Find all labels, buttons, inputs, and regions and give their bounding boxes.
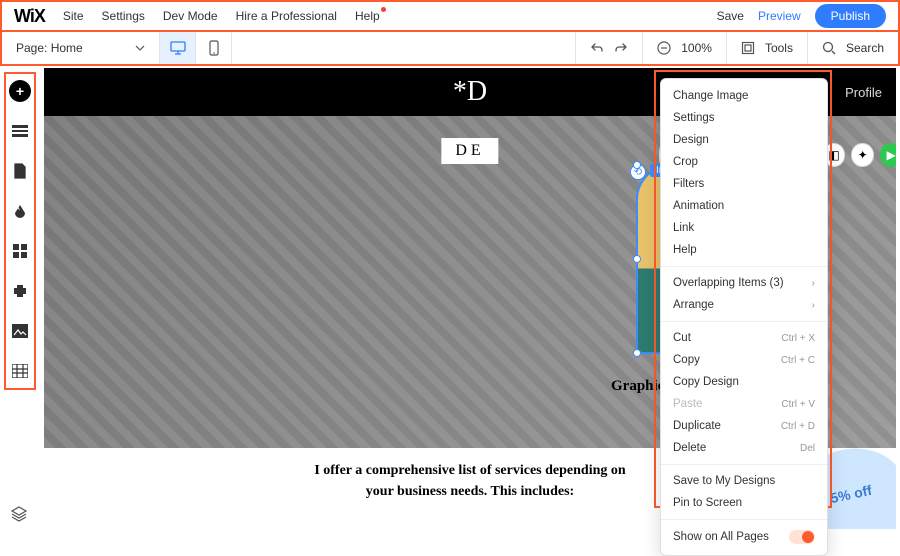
svg-text:A: A [15, 205, 20, 212]
nav-profile[interactable]: Profile [845, 85, 882, 100]
quick-animation-icon[interactable]: ✦ [851, 143, 874, 167]
cm-filters[interactable]: Filters [661, 173, 827, 195]
menu-help[interactable]: Help [355, 9, 380, 23]
sections-button[interactable] [9, 120, 31, 142]
apps-button[interactable] [9, 240, 31, 262]
table-icon [12, 364, 28, 378]
top-menu-right: Save Preview Publish [717, 4, 886, 28]
cm-arrange[interactable]: Arrange› [661, 294, 827, 316]
shortcut-label: Ctrl + V [781, 399, 815, 410]
menu-hire-professional[interactable]: Hire a Professional [236, 9, 337, 23]
undo-redo-group [575, 32, 642, 64]
zoom-control[interactable]: 100% [642, 32, 726, 64]
resize-handle[interactable] [633, 349, 641, 357]
shortcut-label: Ctrl + X [781, 333, 815, 344]
cm-crop[interactable]: Crop [661, 151, 827, 173]
menu-dev-mode[interactable]: Dev Mode [163, 9, 218, 23]
top-menu-left: WiX Site Settings Dev Mode Hire a Profes… [14, 6, 380, 27]
resize-handle[interactable] [633, 161, 641, 169]
paint-icon: A [12, 203, 28, 219]
cm-pin-to-screen[interactable]: Pin to Screen [661, 492, 827, 514]
grid-icon [13, 244, 27, 258]
design-button[interactable]: A [9, 200, 31, 222]
cm-separator [661, 464, 827, 465]
pages-button[interactable] [9, 160, 31, 182]
page-selector-label: Page: Home [16, 41, 83, 55]
top-menu-bar: WiX Site Settings Dev Mode Hire a Profes… [0, 0, 900, 30]
cm-paste: PasteCtrl + V [661, 393, 827, 415]
cm-overlapping-items[interactable]: Overlapping Items (3)› [661, 272, 827, 294]
cm-design[interactable]: Design [661, 129, 827, 151]
page-selector[interactable]: Page: Home [2, 32, 160, 64]
cm-help[interactable]: Help [661, 239, 827, 261]
toggle-switch[interactable] [789, 530, 815, 544]
cm-settings[interactable]: Settings [661, 107, 827, 129]
tools-icon [741, 41, 755, 55]
publish-button[interactable]: Publish [815, 4, 886, 28]
mobile-icon [209, 40, 219, 56]
services-tagline: I offer a comprehensive list of services… [310, 460, 630, 502]
secondary-toolbar: Page: Home 100% Tools Search [0, 30, 900, 66]
desktop-view-button[interactable] [160, 32, 196, 64]
chevron-down-icon [135, 45, 145, 51]
redo-icon[interactable] [614, 41, 628, 55]
cm-save-to-designs[interactable]: Save to My Designs [661, 470, 827, 492]
desktop-icon [170, 41, 186, 55]
shortcut-label: Del [800, 443, 815, 454]
menu-site[interactable]: Site [63, 9, 84, 23]
page-icon [13, 163, 27, 179]
cm-separator [661, 519, 827, 520]
wix-logo: WiX [14, 6, 45, 27]
shortcut-label: Ctrl + D [781, 421, 815, 432]
cm-animation[interactable]: Animation [661, 195, 827, 217]
left-tool-rail: + A [4, 72, 36, 390]
site-logo: *D [453, 76, 487, 108]
quick-action-icon[interactable]: ▶ [880, 143, 896, 167]
chevron-right-icon: › [812, 300, 815, 311]
image-icon [12, 324, 28, 338]
cm-copy[interactable]: CopyCtrl + C [661, 349, 827, 371]
search-control[interactable]: Search [807, 32, 898, 64]
undo-icon[interactable] [590, 41, 604, 55]
my-business-button[interactable] [9, 280, 31, 302]
mobile-view-button[interactable] [196, 32, 232, 64]
media-button[interactable] [9, 320, 31, 342]
puzzle-icon [12, 283, 28, 299]
cm-delete[interactable]: DeleteDel [661, 437, 827, 459]
layers-icon [10, 505, 28, 523]
save-button[interactable]: Save [717, 9, 744, 23]
tools-menu[interactable]: Tools [726, 32, 807, 64]
cm-separator [661, 321, 827, 322]
cm-copy-design[interactable]: Copy Design [661, 371, 827, 393]
cm-duplicate[interactable]: DuplicateCtrl + D [661, 415, 827, 437]
sections-icon [12, 125, 28, 137]
cm-show-on-all-pages[interactable]: Show on All Pages [661, 525, 827, 549]
cm-link[interactable]: Link [661, 217, 827, 239]
zoom-value: 100% [681, 41, 712, 55]
image-context-menu: Change Image Settings Design Crop Filter… [660, 78, 828, 556]
cm-change-image[interactable]: Change Image [661, 85, 827, 107]
cm-cut[interactable]: CutCtrl + X [661, 327, 827, 349]
preview-button[interactable]: Preview [758, 9, 801, 23]
search-icon [822, 41, 836, 55]
add-element-button[interactable]: + [9, 80, 31, 102]
layers-button[interactable] [6, 501, 32, 527]
search-label: Search [846, 41, 884, 55]
resize-handle[interactable] [633, 255, 641, 263]
chevron-right-icon: › [812, 278, 815, 289]
toolbar-right-controls: 100% Tools Search [575, 32, 898, 64]
shortcut-label: Ctrl + C [781, 355, 815, 366]
cm-separator [661, 266, 827, 267]
zoom-out-icon [657, 41, 671, 55]
device-switcher [160, 32, 232, 64]
content-manager-button[interactable] [9, 360, 31, 382]
tools-label: Tools [765, 41, 793, 55]
menu-settings[interactable]: Settings [102, 9, 145, 23]
banner-title: DE [441, 138, 498, 164]
